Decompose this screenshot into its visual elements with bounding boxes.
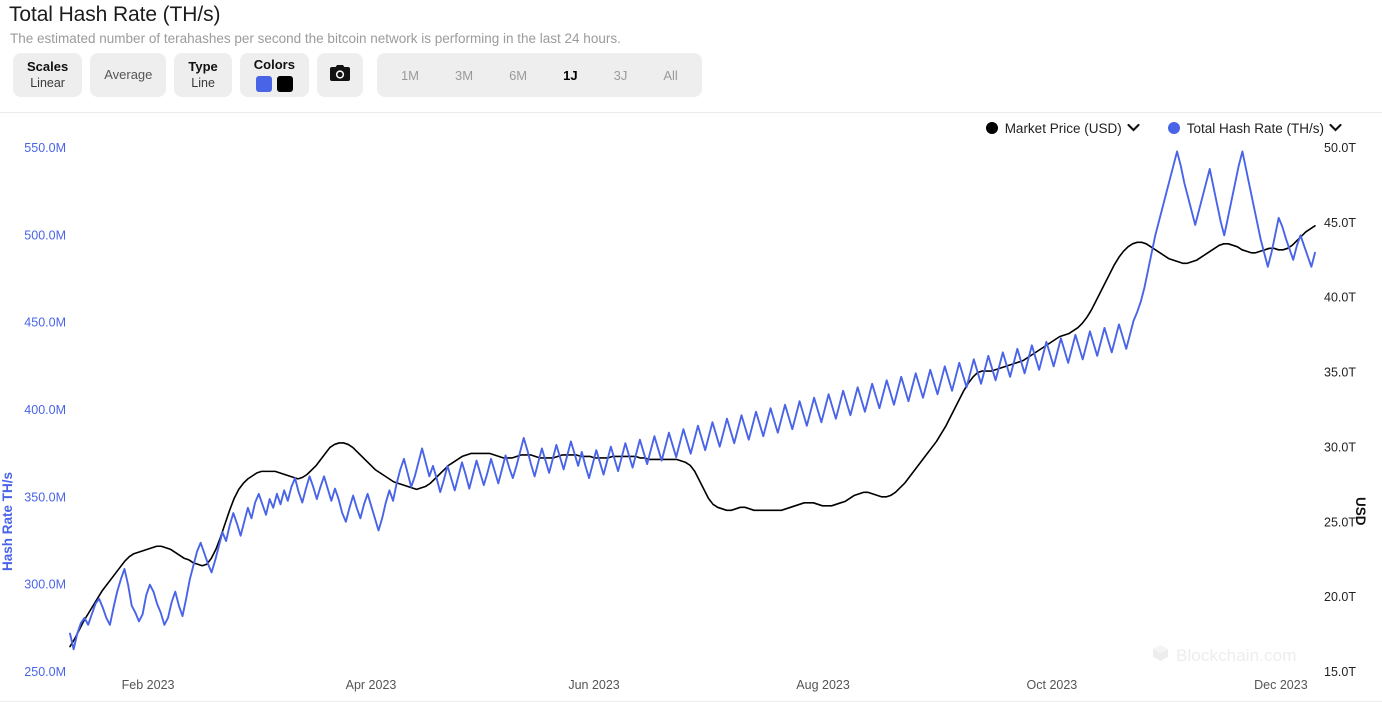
- right-axis-tick: 40.0T: [1324, 291, 1356, 305]
- left-axis-title: Hash Rate TH/s: [0, 472, 15, 572]
- right-axis-tick: 20.0T: [1324, 590, 1356, 604]
- time-range-selector: 1M 3M 6M 1J 3J All: [376, 53, 702, 97]
- range-button-all[interactable]: All: [645, 62, 695, 89]
- left-axis-tick: 300.0M: [24, 578, 66, 592]
- right-axis-tick: 45.0T: [1324, 216, 1356, 230]
- x-axis-tick: Dec 2023: [1254, 678, 1308, 692]
- color-swatch-secondary[interactable]: [276, 75, 293, 92]
- camera-icon: [329, 64, 351, 86]
- right-axis-title: USD: [1353, 497, 1368, 526]
- screenshot-button[interactable]: [316, 53, 363, 97]
- right-axis-tick: 15.0T: [1324, 665, 1356, 679]
- type-label: Type: [188, 58, 218, 74]
- x-axis-tick: Oct 2023: [1027, 678, 1078, 692]
- range-button-1m[interactable]: 1M: [383, 62, 437, 89]
- left-axis-tick: 500.0M: [24, 228, 66, 242]
- x-axis-tick: Apr 2023: [346, 678, 397, 692]
- scales-label: Scales: [27, 58, 69, 74]
- page-title: Total Hash Rate (TH/s): [9, 3, 221, 26]
- page-subtitle: The estimated number of terahashes per s…: [10, 31, 621, 46]
- x-axis-tick: Aug 2023: [796, 678, 850, 692]
- colors-button[interactable]: Colors: [239, 53, 309, 97]
- cube-logo-icon: [1152, 644, 1169, 667]
- left-axis-tick: 400.0M: [24, 403, 66, 417]
- left-axis-tick: 450.0M: [24, 316, 66, 330]
- range-button-3j[interactable]: 3J: [596, 62, 646, 89]
- color-swatch-primary[interactable]: [255, 75, 272, 92]
- colors-label: Colors: [253, 57, 295, 73]
- left-axis-tick: 350.0M: [24, 490, 66, 504]
- type-value: Line: [191, 75, 215, 90]
- left-axis-tick: 550.0M: [24, 141, 66, 155]
- right-axis-tick: 35.0T: [1324, 366, 1356, 380]
- range-button-1j[interactable]: 1J: [545, 62, 595, 89]
- scales-button[interactable]: Scales Linear: [13, 53, 83, 97]
- left-axis-tick: 250.0M: [24, 665, 66, 679]
- range-button-3m[interactable]: 3M: [437, 62, 491, 89]
- average-label: Average: [104, 66, 153, 82]
- right-axis-tick: 30.0T: [1324, 440, 1356, 454]
- series-line-hash-rate: [69, 150, 1316, 651]
- chart-plot-area: 550.0M 500.0M 450.0M 400.0M 350.0M 300.0M 250.…: [0, 112, 1382, 702]
- watermark-label: Blockchain.com: [1176, 645, 1297, 665]
- range-button-6m[interactable]: 6M: [491, 62, 545, 89]
- x-axis-tick: Jun 2023: [568, 678, 619, 692]
- chart-canvas[interactable]: 550.0M 500.0M 450.0M 400.0M 350.0M 300.0M 250.…: [0, 112, 1382, 702]
- watermark: Blockchain.com: [1152, 644, 1296, 667]
- hash-rate-chart-page: Total Hash Rate (TH/s) The estimated num…: [0, 0, 1382, 702]
- x-axis-tick: Feb 2023: [122, 678, 175, 692]
- series-line-market-price: [69, 225, 1316, 648]
- average-button[interactable]: Average: [90, 53, 167, 97]
- scales-value: Linear: [30, 75, 65, 90]
- color-swatches: [255, 75, 293, 92]
- right-axis-tick: 25.0T: [1324, 515, 1356, 529]
- chart-toolbar: Scales Linear Average Type Line Colors 1…: [13, 53, 702, 97]
- right-axis-tick: 50.0T: [1324, 141, 1356, 155]
- type-button[interactable]: Type Line: [174, 53, 232, 97]
